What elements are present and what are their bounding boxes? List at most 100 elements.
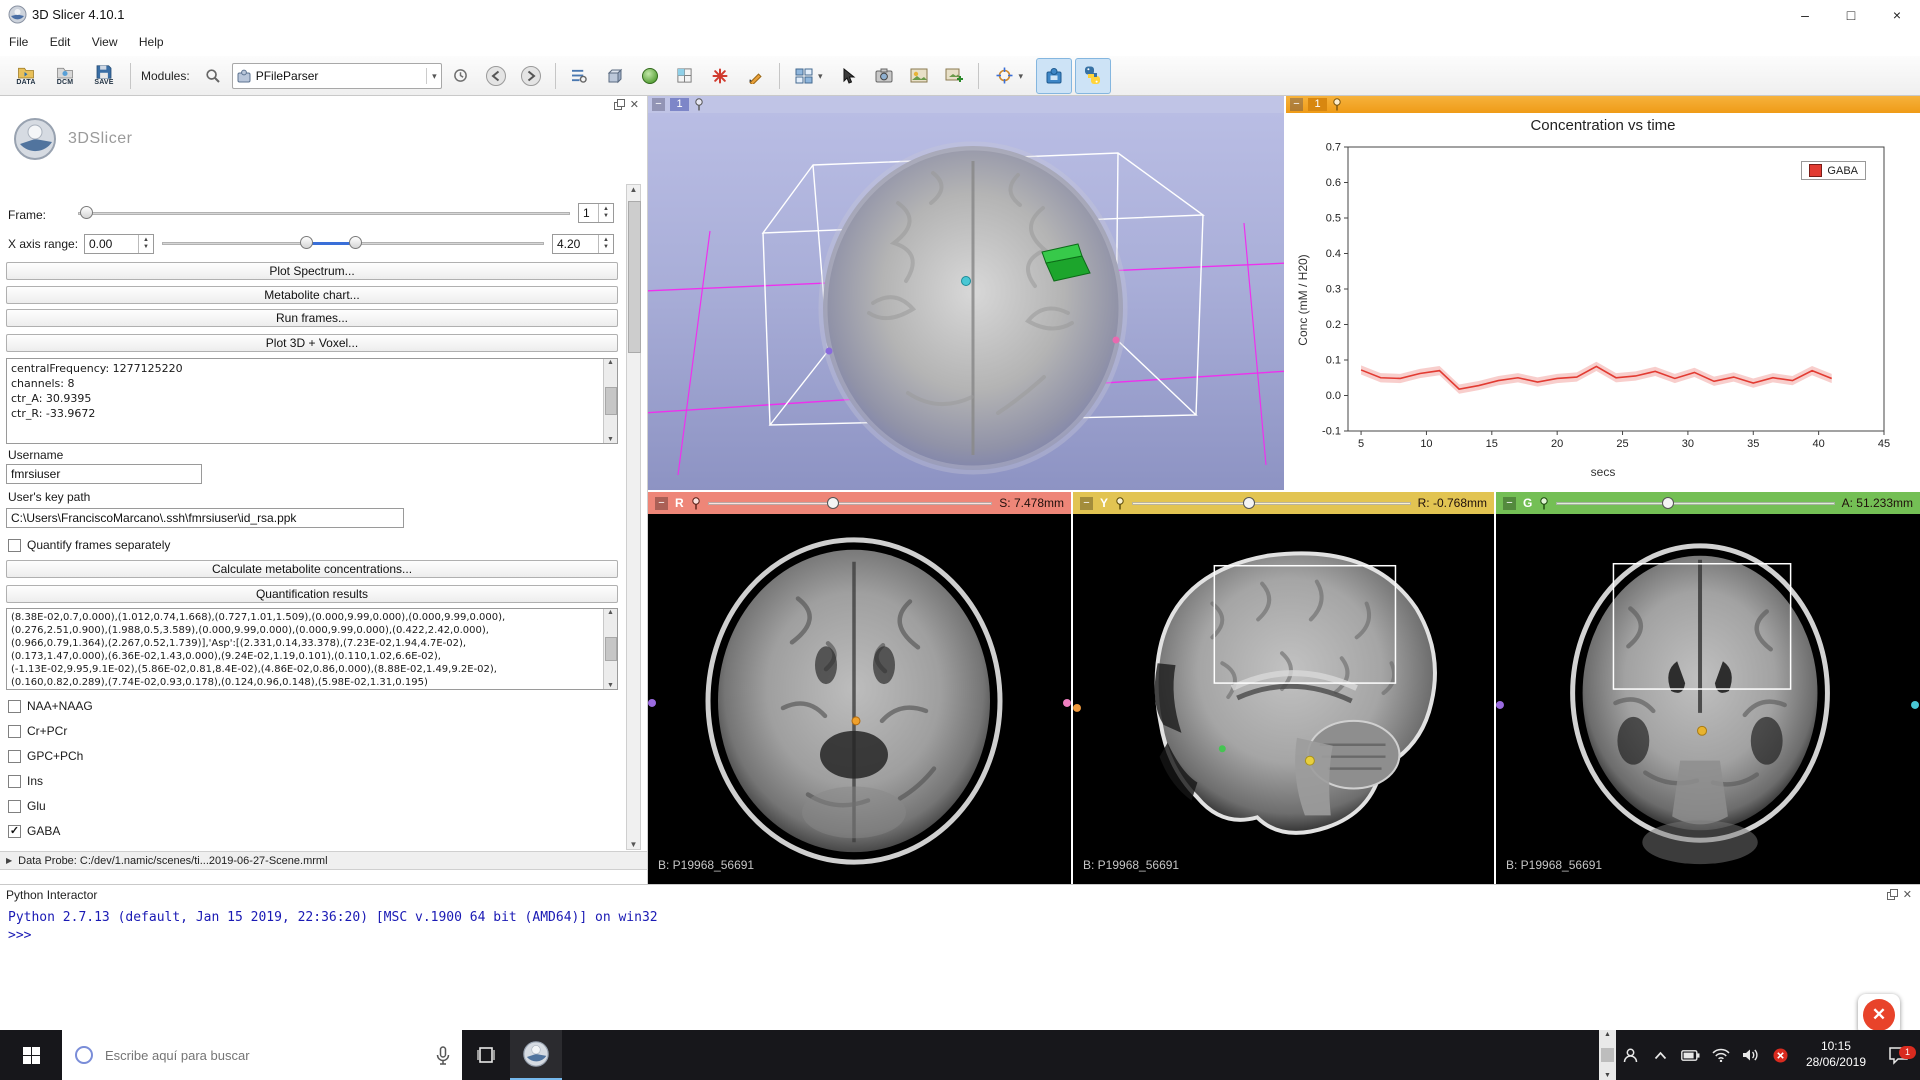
checkbox[interactable] xyxy=(8,539,21,552)
green-slice-view[interactable]: − G A: 51.233mm xyxy=(1494,490,1920,884)
slider-handle[interactable] xyxy=(827,497,839,509)
metabolite-checkbox-ins[interactable]: Ins xyxy=(8,773,43,789)
models-sphere-icon[interactable] xyxy=(634,60,666,92)
start-button[interactable] xyxy=(0,1030,62,1080)
scroll-down-icon[interactable]: ▼ xyxy=(1604,1072,1611,1079)
quantification-results-text[interactable]: (8.38E-02,0.7,0.000),(1.012,0.74,1.668),… xyxy=(6,608,618,690)
range-handle-high[interactable] xyxy=(349,236,362,249)
sagittal-mri-image[interactable]: B: P19968_56691 xyxy=(1073,514,1494,884)
checkbox[interactable] xyxy=(8,825,21,838)
taskbar-clock[interactable]: 10:15 28/06/2019 xyxy=(1796,1039,1876,1070)
metabolite-checkbox-gpc-pch[interactable]: GPC+PCh xyxy=(8,748,83,764)
results-scrollbar[interactable]: ▲▼ xyxy=(603,609,617,689)
pin-icon[interactable] xyxy=(691,497,701,510)
scroll-thumb[interactable] xyxy=(1601,1048,1614,1062)
close-console-icon[interactable]: ✕ xyxy=(1903,890,1912,900)
segment-editor-icon[interactable] xyxy=(669,60,701,92)
scanner-info-text[interactable]: centralFrequency: 1277125220 channels: 8… xyxy=(6,358,618,444)
module-finder-icon[interactable] xyxy=(564,60,596,92)
checkbox[interactable] xyxy=(8,775,21,788)
quantification-results-button[interactable]: Quantification results xyxy=(6,585,618,603)
module-back-icon[interactable] xyxy=(480,60,512,92)
username-field[interactable]: fmrsiuser xyxy=(6,464,202,484)
metabolite-checkbox-naa-naag[interactable]: NAA+NAAG xyxy=(8,698,93,714)
pin-icon[interactable] xyxy=(1332,98,1342,111)
menu-view[interactable]: View xyxy=(83,30,127,55)
menu-file[interactable]: File xyxy=(0,30,37,55)
3d-view[interactable]: − 1 xyxy=(648,96,1284,490)
markups-icon[interactable] xyxy=(704,60,736,92)
checkbox[interactable] xyxy=(8,800,21,813)
scroll-up-icon[interactable]: ▲ xyxy=(1604,1031,1611,1038)
pin-icon[interactable] xyxy=(1539,497,1549,510)
quantify-frames-checkbox[interactable]: Quantify frames separately xyxy=(8,537,170,553)
network-wifi-icon[interactable] xyxy=(1706,1048,1736,1062)
run-frames-button[interactable]: Run frames... xyxy=(6,309,618,327)
mouse-mode-icon[interactable] xyxy=(833,60,865,92)
slice-offset-slider[interactable] xyxy=(708,497,993,510)
taskbar-search-box[interactable] xyxy=(62,1030,462,1080)
info-scrollbar[interactable]: ▲▼ xyxy=(603,359,617,443)
module-forward-icon[interactable] xyxy=(515,60,547,92)
plot-3d-voxel-button[interactable]: Plot 3D + Voxel... xyxy=(6,334,618,352)
collapse-view-icon[interactable]: − xyxy=(1503,497,1516,510)
coronal-mri-image[interactable]: B: P19968_56691 xyxy=(1496,514,1920,884)
xaxis-max-spinbox[interactable]: 4.20 ▲▼ xyxy=(552,234,614,254)
scroll-thumb[interactable] xyxy=(628,201,641,353)
maximize-button[interactable]: □ xyxy=(1828,0,1874,30)
spin-arrows[interactable]: ▲▼ xyxy=(598,235,613,253)
people-icon[interactable] xyxy=(1616,1047,1646,1064)
collapse-view-icon[interactable]: − xyxy=(655,497,668,510)
calculate-concentrations-button[interactable]: Calculate metabolite concentrations... xyxy=(6,560,618,578)
scroll-down-icon[interactable]: ▼ xyxy=(630,840,638,849)
tray-scrollbar[interactable]: ▲ ▼ xyxy=(1599,1030,1616,1080)
yellow-slice-view[interactable]: − Y R: -0.768mm xyxy=(1071,490,1494,884)
search-input[interactable] xyxy=(103,1047,427,1064)
volume-icon[interactable] xyxy=(1736,1048,1766,1062)
undock-panel-icon[interactable] xyxy=(614,99,625,110)
axial-mri-image[interactable]: B: P19968_56691 xyxy=(648,514,1071,884)
collapse-view-icon[interactable]: − xyxy=(1290,98,1303,111)
menu-help[interactable]: Help xyxy=(130,30,173,55)
extensions-manager-button[interactable] xyxy=(1036,58,1072,94)
screenshot-icon[interactable] xyxy=(868,60,900,92)
frame-spinbox[interactable]: 1 ▲▼ xyxy=(578,203,614,223)
pin-icon[interactable] xyxy=(1115,497,1125,510)
panel-scrollbar[interactable]: ▲ ▼ xyxy=(626,184,641,850)
keypath-field[interactable]: C:\Users\FranciscoMarcano\.ssh\fmrsiuser… xyxy=(6,508,404,528)
slice-offset-slider[interactable] xyxy=(1556,497,1834,510)
close-icon[interactable]: ✕ xyxy=(1863,999,1895,1031)
frame-slider[interactable] xyxy=(78,205,570,221)
annotations-icon[interactable] xyxy=(739,60,771,92)
xaxis-range-slider[interactable] xyxy=(162,235,544,251)
checkbox[interactable] xyxy=(8,750,21,763)
crosshair-icon[interactable]: ▾ xyxy=(987,60,1033,92)
collapse-view-icon[interactable]: − xyxy=(652,98,665,111)
action-center-button[interactable]: 1 xyxy=(1876,1046,1920,1065)
metabolite-checkbox-cr-pcr[interactable]: Cr+PCr xyxy=(8,723,67,739)
xaxis-min-spinbox[interactable]: 0.00 ▲▼ xyxy=(84,234,154,254)
save-button[interactable]: SAVE xyxy=(86,58,122,94)
range-handle-low[interactable] xyxy=(300,236,313,249)
python-prompt[interactable]: >>> xyxy=(8,927,1912,945)
battery-icon[interactable] xyxy=(1676,1050,1706,1061)
data-probe-bar[interactable]: ▶ Data Probe: C:/dev/1.namic/scenes/ti..… xyxy=(0,851,647,870)
3d-render-area[interactable] xyxy=(648,113,1284,490)
volume-rendering-icon[interactable] xyxy=(599,60,631,92)
slider-handle[interactable] xyxy=(80,206,93,219)
menu-edit[interactable]: Edit xyxy=(41,30,80,55)
chart-view[interactable]: − 1 Concentration vs time Conc (mM / H20… xyxy=(1284,96,1920,490)
load-data-button[interactable]: DATA xyxy=(8,58,44,94)
red-slice-view[interactable]: − R S: 7.478mm xyxy=(648,490,1071,884)
collapse-view-icon[interactable]: − xyxy=(1080,497,1093,510)
python-console[interactable]: Python 2.7.13 (default, Jan 15 2019, 22:… xyxy=(0,905,1920,1030)
module-history-icon[interactable] xyxy=(445,60,477,92)
microphone-icon[interactable] xyxy=(436,1046,450,1065)
spin-arrows[interactable]: ▲▼ xyxy=(138,235,153,253)
module-selector[interactable]: PFileParser ▾ xyxy=(232,63,442,89)
concentration-plot[interactable]: -0.10.00.10.20.30.40.50.60.7510152025303… xyxy=(1302,139,1902,465)
chart-plot-area[interactable]: Concentration vs time Conc (mM / H20) -0… xyxy=(1286,113,1920,490)
close-panel-icon[interactable]: ✕ xyxy=(630,100,639,110)
task-view-button[interactable] xyxy=(462,1030,510,1080)
metabolite-checkbox-gaba[interactable]: GABA xyxy=(8,823,60,839)
